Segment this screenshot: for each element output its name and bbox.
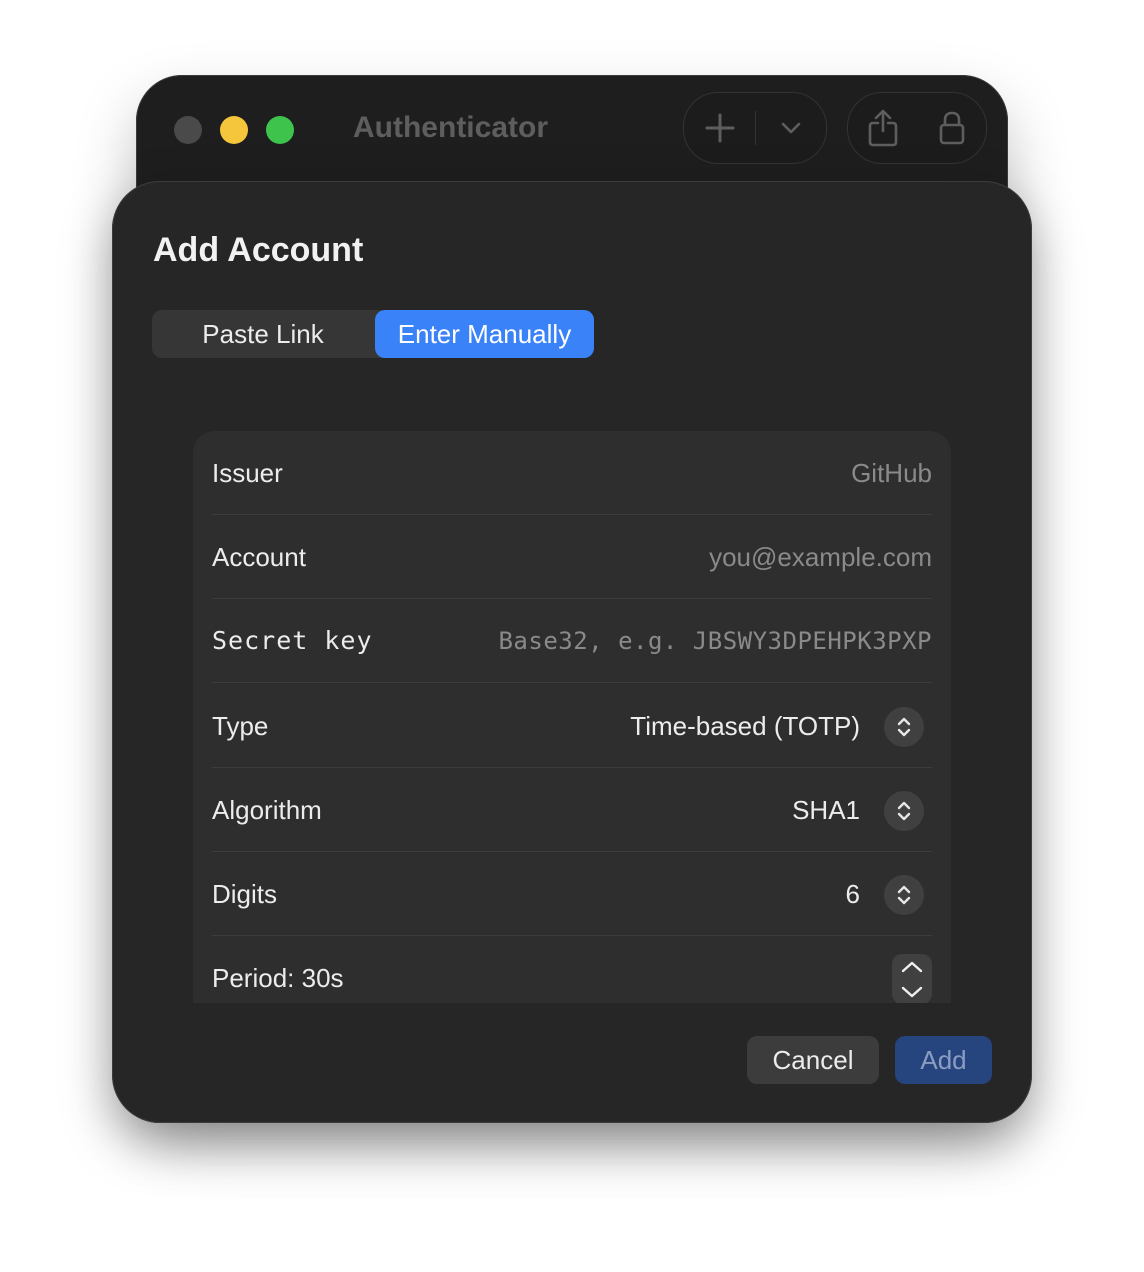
- algorithm-row: Algorithm SHA1: [212, 768, 932, 852]
- plus-icon: [705, 113, 734, 143]
- type-selected-value[interactable]: Time-based (TOTP): [630, 684, 860, 768]
- sheet-title: Add Account: [153, 231, 364, 269]
- lock-toolbar-button[interactable]: [918, 93, 986, 163]
- secret-key-label: Secret key: [212, 626, 373, 655]
- secret-key-field[interactable]: [472, 599, 932, 683]
- add-account-sheet: Add Account Paste Link Enter Manually Is…: [112, 181, 1032, 1123]
- type-row: Type Time-based (TOTP): [212, 684, 932, 768]
- account-label: Account: [212, 542, 306, 572]
- type-label: Type: [212, 711, 269, 741]
- period-increment-button[interactable]: [892, 954, 932, 979]
- title-bar: Authenticator: [136, 75, 1008, 181]
- period-decrement-button[interactable]: [892, 979, 932, 1003]
- algorithm-selected-value[interactable]: SHA1: [792, 768, 860, 852]
- add-menu-toolbar-button[interactable]: [756, 93, 826, 163]
- algorithm-label: Algorithm: [212, 795, 322, 825]
- chevron-up-icon: [901, 961, 923, 972]
- type-popup-button[interactable]: [884, 707, 924, 747]
- account-row: Account: [212, 515, 932, 599]
- row-divider: [212, 682, 932, 683]
- close-window-button[interactable]: [174, 116, 202, 144]
- lock-icon: [939, 111, 965, 145]
- share-icon: [868, 109, 898, 147]
- digits-label: Digits: [212, 879, 278, 909]
- up-down-chevron-icon: [897, 885, 911, 905]
- issuer-label: Issuer: [212, 458, 283, 488]
- issuer-row: Issuer: [212, 431, 932, 515]
- chevron-down-icon: [781, 122, 801, 134]
- zoom-window-button[interactable]: [266, 116, 294, 144]
- add-account-toolbar-button[interactable]: [684, 93, 755, 163]
- digits-popup-button[interactable]: [884, 875, 924, 915]
- period-row: Period: 30s: [212, 936, 932, 1003]
- share-toolbar-button[interactable]: [848, 93, 918, 163]
- algorithm-popup-button[interactable]: [884, 791, 924, 831]
- account-field[interactable]: [472, 515, 932, 599]
- add-button[interactable]: Add: [895, 1036, 992, 1084]
- up-down-chevron-icon: [897, 801, 911, 821]
- period-label: Period: 30s: [212, 963, 344, 993]
- digits-selected-value[interactable]: 6: [846, 852, 860, 936]
- chevron-down-icon: [901, 986, 923, 997]
- tab-paste-link[interactable]: Paste Link: [152, 310, 374, 358]
- up-down-chevron-icon: [897, 717, 911, 737]
- window-title: Authenticator: [353, 111, 548, 144]
- actions-toolbar-group: [847, 92, 987, 164]
- period-stepper[interactable]: [892, 954, 932, 1003]
- input-mode-segmented-control: Paste Link Enter Manually: [152, 310, 594, 358]
- account-form: Issuer Account Secret key Type Time-base…: [193, 431, 951, 1003]
- issuer-field[interactable]: [472, 431, 932, 515]
- secret-key-row: Secret key: [212, 599, 932, 683]
- digits-row: Digits 6: [212, 852, 932, 936]
- cancel-button[interactable]: Cancel: [747, 1036, 879, 1084]
- minimize-window-button[interactable]: [220, 116, 248, 144]
- tab-enter-manually[interactable]: Enter Manually: [375, 310, 594, 358]
- screen: Authenticator Add Account Paste Link Ent…: [0, 0, 1144, 1272]
- add-toolbar-group: [683, 92, 827, 164]
